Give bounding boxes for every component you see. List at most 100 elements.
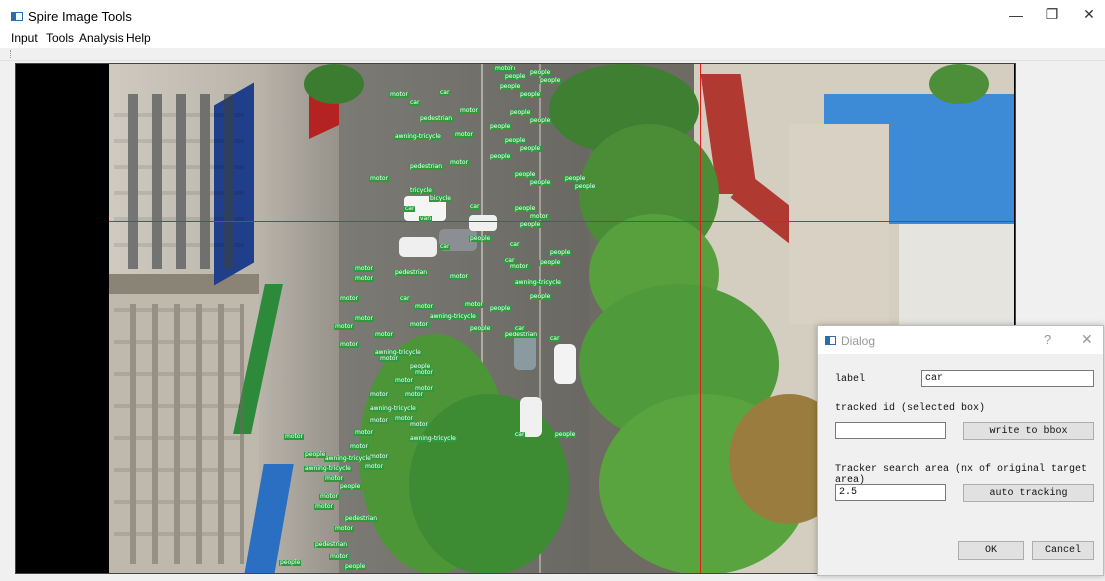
detection-label[interactable]: motor bbox=[354, 276, 375, 282]
label-input[interactable] bbox=[921, 370, 1094, 387]
detection-label[interactable]: motor bbox=[374, 332, 395, 338]
detection-label[interactable]: motor bbox=[369, 418, 390, 424]
detection-label[interactable]: motor bbox=[404, 392, 425, 398]
detection-label[interactable]: pedestrian bbox=[314, 542, 349, 548]
detection-label[interactable]: people bbox=[519, 146, 542, 152]
detection-label[interactable]: motor bbox=[354, 316, 375, 322]
detection-label[interactable]: tricycle bbox=[409, 188, 433, 194]
detection-label[interactable]: motor bbox=[334, 526, 355, 532]
write-to-bbox-button[interactable]: write to bbox bbox=[963, 422, 1094, 440]
detection-label[interactable]: people bbox=[509, 110, 532, 116]
detection-label[interactable]: motor bbox=[369, 176, 390, 182]
dialog-close-icon[interactable]: ✕ bbox=[1081, 331, 1093, 348]
cancel-button[interactable]: Cancel bbox=[1032, 541, 1094, 560]
detection-label[interactable]: motor bbox=[409, 422, 430, 428]
detection-label[interactable]: people bbox=[519, 92, 542, 98]
detection-label[interactable]: motor bbox=[284, 434, 305, 440]
detection-label[interactable]: motor bbox=[389, 92, 410, 98]
detection-label[interactable]: people bbox=[529, 180, 552, 186]
detection-label[interactable]: motor bbox=[449, 274, 470, 280]
detection-label[interactable]: motor bbox=[314, 504, 335, 510]
detection-label[interactable]: car bbox=[439, 90, 451, 96]
detection-label[interactable]: motor bbox=[334, 324, 355, 330]
detection-label[interactable]: people bbox=[529, 70, 552, 76]
detection-label[interactable]: motor bbox=[369, 392, 390, 398]
detection-label[interactable]: motor bbox=[454, 132, 475, 138]
detection-label[interactable]: people bbox=[304, 452, 327, 458]
tracked-id-input[interactable] bbox=[835, 422, 946, 439]
detection-label[interactable]: pedestrian bbox=[394, 270, 429, 276]
detection-label[interactable]: people bbox=[519, 222, 542, 228]
detection-label[interactable]: car bbox=[514, 326, 526, 332]
detection-label[interactable]: motor bbox=[494, 66, 515, 72]
detection-label[interactable]: pedestrian bbox=[409, 164, 444, 170]
detection-label[interactable]: awning-tricycle bbox=[409, 436, 457, 442]
detection-label[interactable]: people bbox=[504, 138, 527, 144]
detection-label[interactable]: people bbox=[499, 84, 522, 90]
detection-label[interactable]: people bbox=[279, 560, 302, 566]
detection-label[interactable]: people bbox=[469, 236, 492, 242]
menu-help[interactable]: Help bbox=[126, 31, 151, 45]
detection-label[interactable]: people bbox=[489, 306, 512, 312]
detection-label[interactable]: motor bbox=[349, 444, 370, 450]
detection-label[interactable]: motor bbox=[369, 454, 390, 460]
detection-label[interactable]: motor bbox=[509, 264, 530, 270]
detection-label[interactable]: bicycle bbox=[429, 196, 452, 202]
menu-tools[interactable]: Tools bbox=[46, 31, 74, 45]
detection-label[interactable]: car bbox=[469, 204, 481, 210]
detection-label[interactable]: motor bbox=[529, 214, 550, 220]
detection-label[interactable]: awning-tricycle bbox=[429, 314, 477, 320]
detection-label[interactable]: people bbox=[514, 172, 537, 178]
detection-label[interactable]: pedestrian bbox=[504, 332, 539, 338]
detection-label[interactable]: motor bbox=[449, 160, 470, 166]
detection-label[interactable]: car bbox=[549, 336, 561, 342]
detection-label[interactable]: people bbox=[489, 154, 512, 160]
search-area-input[interactable] bbox=[835, 484, 946, 501]
detection-label[interactable]: awning-tricycle bbox=[369, 406, 417, 412]
detection-label[interactable]: pedestrian bbox=[344, 516, 379, 522]
detection-label[interactable]: car bbox=[409, 100, 421, 106]
detection-label[interactable]: car bbox=[439, 244, 451, 250]
help-icon[interactable]: ? bbox=[1044, 332, 1051, 347]
detection-label[interactable]: awning-tricycle bbox=[394, 134, 442, 140]
detection-label[interactable]: people bbox=[339, 484, 362, 490]
detection-label[interactable]: motor bbox=[319, 494, 340, 500]
detection-label[interactable]: people bbox=[539, 260, 562, 266]
detection-label[interactable]: pedestrian bbox=[419, 116, 454, 122]
detection-label[interactable]: motor bbox=[459, 108, 480, 114]
ok-button[interactable]: OK bbox=[958, 541, 1024, 560]
detection-label[interactable]: motor bbox=[339, 296, 360, 302]
detection-label[interactable]: awning-tricycle bbox=[514, 280, 562, 286]
detection-label[interactable]: motor bbox=[464, 302, 485, 308]
menu-analysis[interactable]: Analysis bbox=[79, 31, 124, 45]
detection-label[interactable]: motor bbox=[354, 266, 375, 272]
detection-label[interactable]: people bbox=[529, 294, 552, 300]
detection-label[interactable]: motor bbox=[324, 476, 345, 482]
detection-label[interactable]: car bbox=[399, 296, 411, 302]
close-icon[interactable]: ✕ bbox=[1066, 0, 1105, 29]
toolbar-grip-icon[interactable] bbox=[10, 50, 13, 58]
detection-label[interactable]: car bbox=[404, 206, 416, 212]
detection-label[interactable]: motor bbox=[414, 370, 435, 376]
detection-label[interactable]: motor bbox=[379, 356, 400, 362]
detection-label[interactable]: people bbox=[549, 250, 572, 256]
detection-label[interactable]: people bbox=[514, 206, 537, 212]
detection-label[interactable]: motor bbox=[329, 554, 350, 560]
detection-label[interactable]: motor bbox=[414, 304, 435, 310]
detection-label[interactable]: people bbox=[469, 326, 492, 332]
detection-label[interactable]: people bbox=[574, 184, 597, 190]
detection-label[interactable]: awning-tricycle bbox=[324, 456, 372, 462]
detection-label[interactable]: people bbox=[344, 564, 367, 570]
detection-label[interactable]: people bbox=[554, 432, 577, 438]
detection-label[interactable]: motor bbox=[354, 430, 375, 436]
detection-label[interactable]: people bbox=[564, 176, 587, 182]
auto-tracking-button[interactable]: auto tracking bbox=[963, 484, 1094, 502]
detection-label[interactable]: motor bbox=[394, 378, 415, 384]
detection-label[interactable]: motor bbox=[364, 464, 385, 470]
detection-label[interactable]: people bbox=[539, 78, 562, 84]
menu-input[interactable]: Input bbox=[11, 31, 38, 45]
detection-label[interactable]: people bbox=[489, 124, 512, 130]
detection-label[interactable]: car bbox=[514, 432, 526, 438]
detection-label[interactable]: people bbox=[529, 118, 552, 124]
detection-label[interactable]: awning-tricycle bbox=[304, 466, 352, 472]
